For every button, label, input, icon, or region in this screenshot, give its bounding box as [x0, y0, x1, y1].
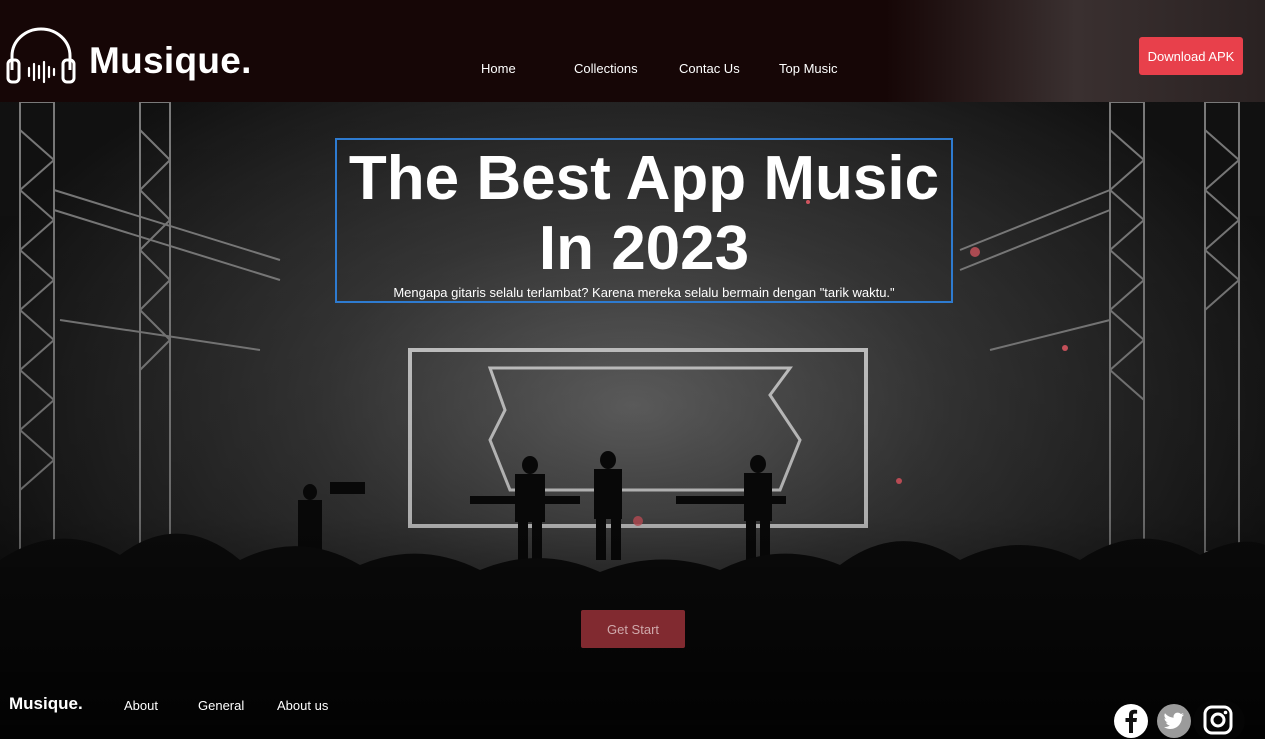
- landing-page: Musique. Home Collections Contac Us Top …: [0, 0, 1265, 739]
- footer-brand: Musique.: [9, 694, 83, 713]
- nav-top-music-link[interactable]: Top Music: [779, 61, 838, 76]
- download-apk-button[interactable]: Download APK: [1139, 37, 1243, 75]
- facebook-icon[interactable]: [1113, 703, 1149, 739]
- nav-contact-link[interactable]: Contac Us: [679, 61, 740, 76]
- hero-title-line-1: The Best App Music: [348, 144, 940, 213]
- hero-subtitle: Mengapa gitaris selalu terlambat? Karena…: [393, 285, 895, 300]
- brand-name: Musique.: [89, 40, 252, 81]
- nav-collections-link[interactable]: Collections: [574, 61, 638, 76]
- instagram-icon[interactable]: [1193, 699, 1245, 739]
- nav-home-link[interactable]: Home: [481, 61, 516, 76]
- footer-about-us-link[interactable]: About us: [277, 698, 328, 713]
- headphones-logo-icon: [6, 27, 76, 84]
- footer-about-link[interactable]: About: [124, 698, 158, 713]
- twitter-icon[interactable]: [1156, 703, 1192, 739]
- hero-title: The Best App Music In 2023: [337, 144, 951, 284]
- get-start-button[interactable]: Get Start: [581, 610, 685, 648]
- hero-text-box: The Best App Music In 2023 Mengapa gitar…: [335, 138, 953, 303]
- hero-title-line-2: In 2023: [538, 214, 750, 283]
- header-bar: Musique. Home Collections Contac Us Top …: [0, 0, 1265, 102]
- footer-general-link[interactable]: General: [198, 698, 244, 713]
